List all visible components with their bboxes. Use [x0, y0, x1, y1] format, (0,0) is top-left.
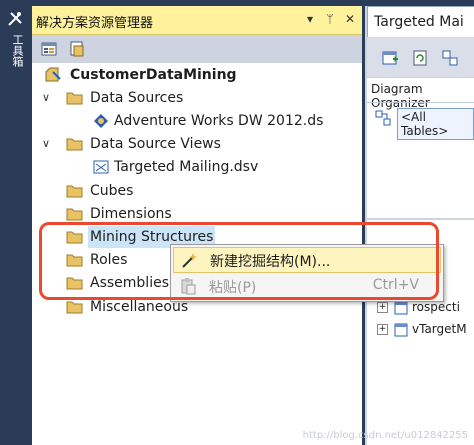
diagram-organizer: Diagram Organizer <All Tables> — [367, 78, 474, 218]
tree-item-dimensions[interactable]: Dimensions — [40, 203, 340, 225]
datasource-icon — [94, 114, 108, 128]
new-relationship-icon[interactable] — [441, 49, 459, 67]
add-table-icon[interactable] — [381, 49, 399, 67]
table-name: rospecti — [412, 300, 460, 314]
properties-icon[interactable] — [40, 40, 58, 58]
table-row[interactable]: + vTargetM — [377, 322, 467, 337]
folder-icon — [66, 185, 83, 198]
view-designer-icon[interactable] — [68, 40, 86, 58]
paste-icon — [181, 278, 196, 295]
tree-item-label: Targeted Mailing.dsv — [114, 159, 259, 175]
tab-targeted-mailing-dsv[interactable]: Targeted Mai — [367, 6, 474, 37]
tree-item-data-source-views[interactable]: ∨ Data Source Views — [40, 133, 340, 155]
expand-arrow-icon[interactable]: ∨ — [42, 133, 54, 155]
diagram-organizer-title: Diagram Organizer — [371, 82, 430, 110]
diagram-item-all-tables[interactable]: <All Tables> — [397, 108, 474, 140]
tree-item-label: Assemblies — [90, 275, 169, 291]
tree-item-label: Adventure Works DW 2012.ds — [114, 113, 324, 129]
expand-plus-icon[interactable]: + — [377, 302, 388, 313]
menu-item-label: 新建挖掘结构(M)... — [210, 254, 331, 270]
watermark: http://blog.csdn.net/u012842255 — [302, 430, 468, 441]
tree-item-cubes[interactable]: Cubes — [40, 180, 340, 202]
tree-item-targeted-mailing-dsv[interactable]: Targeted Mailing.dsv — [40, 156, 340, 178]
menu-item-new-mining-structure[interactable]: 新建挖掘结构(M)... — [173, 247, 441, 273]
folder-icon — [66, 254, 83, 267]
context-menu: 新建挖掘结构(M)... 粘贴(P) Ctrl+V — [170, 244, 444, 302]
auto-hide-pin-button[interactable]: ᛘ — [322, 10, 338, 28]
tree-item-label: Roles — [90, 252, 128, 268]
wand-icon — [182, 253, 197, 268]
solution-explorer-titlebar: 解决方案资源管理器 ▾ ᛘ ✕ — [32, 6, 362, 35]
tree-item-label: CustomerDataMining — [70, 67, 237, 83]
folder-icon — [66, 277, 83, 290]
window-position-button[interactable]: ▾ — [302, 10, 318, 28]
project-icon — [45, 67, 61, 82]
table-name: vTargetM — [412, 322, 467, 336]
tree-item-label: Cubes — [90, 183, 134, 199]
refresh-icon[interactable] — [411, 49, 429, 67]
menu-item-label: 粘贴(P) — [209, 280, 257, 296]
solution-explorer-toolbar — [32, 35, 362, 63]
toolbox-icon[interactable] — [6, 10, 24, 28]
tree-item-label: Dimensions — [90, 206, 172, 222]
tab-label: Targeted Mai — [374, 14, 464, 30]
dsv-icon — [93, 160, 109, 174]
menu-item-paste[interactable]: 粘贴(P) Ctrl+V — [173, 274, 439, 298]
solution-explorer-title: 解决方案资源管理器 — [36, 16, 154, 31]
folder-icon — [66, 208, 83, 221]
folder-icon — [66, 301, 83, 314]
dsv-designer-panel: Targeted Mai Diagram Organizer <All Tabl… — [365, 6, 474, 445]
solution-explorer-panel: 解决方案资源管理器 ▾ ᛘ ✕ CustomerDataMining ∨ Dat… — [32, 6, 362, 445]
close-panel-button[interactable]: ✕ — [342, 10, 358, 28]
toolbox-label[interactable]: 工具箱 — [5, 34, 24, 67]
folder-icon — [66, 231, 83, 244]
toolbox-strip[interactable]: 工具箱 — [0, 0, 30, 445]
tree-item-label: Data Source Views — [90, 136, 221, 152]
menu-item-shortcut: Ctrl+V — [372, 277, 419, 293]
diagram-icon — [375, 110, 391, 126]
expand-arrow-icon[interactable]: ∨ — [42, 87, 54, 109]
folder-icon — [66, 138, 83, 151]
tree-item-customerdatamining[interactable]: CustomerDataMining — [40, 64, 340, 86]
designer-toolbar — [367, 37, 474, 77]
table-row[interactable]: + rospecti — [377, 300, 460, 315]
table-icon — [394, 301, 408, 314]
tree-item-label: Data Sources — [90, 90, 184, 106]
expand-plus-icon[interactable]: + — [377, 324, 388, 335]
divider — [367, 102, 474, 103]
tree-item-data-sources[interactable]: ∨ Data Sources — [40, 87, 340, 109]
folder-icon — [66, 92, 83, 105]
tree-item-adventure-works-ds[interactable]: Adventure Works DW 2012.ds — [40, 110, 360, 132]
table-icon — [394, 323, 408, 336]
